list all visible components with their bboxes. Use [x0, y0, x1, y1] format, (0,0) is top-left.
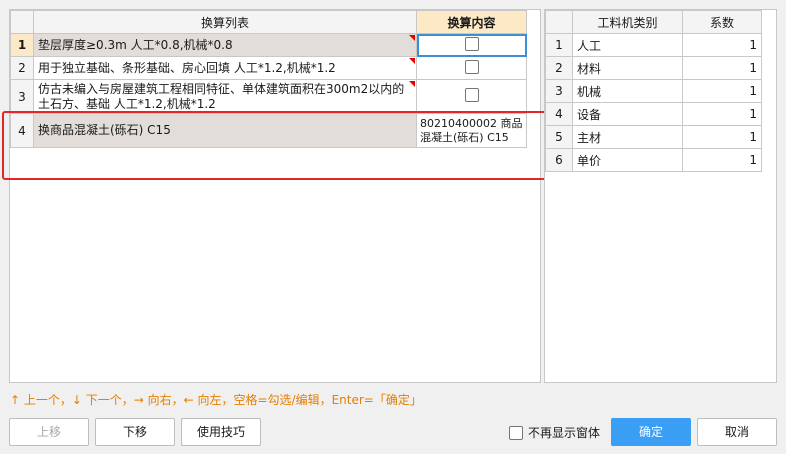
row-number: 3 — [10, 79, 34, 114]
header-coefficient: 系数 — [682, 10, 762, 34]
coefficient-value[interactable]: 1 — [682, 79, 762, 103]
coefficient-value[interactable]: 1 — [682, 102, 762, 126]
category-name: 材料 — [572, 56, 683, 80]
category-name: 单价 — [572, 148, 683, 172]
category-name: 人工 — [572, 33, 683, 57]
move-up-button[interactable]: 上移 — [9, 418, 89, 446]
row-checkbox-cell[interactable] — [416, 33, 527, 57]
note-marker-icon — [409, 81, 415, 87]
row-description[interactable]: 垫层厚度≥0.3m 人工*0.8,机械*0.8 — [33, 33, 417, 57]
corner-cell — [10, 10, 34, 34]
cancel-button[interactable]: 取消 — [697, 418, 777, 446]
table-row[interactable]: 3 仿古未编入与房屋建筑工程相同特征、单体建筑面积在300m2以内的土石方、基础… — [10, 79, 527, 114]
coefficient-value[interactable]: 1 — [682, 56, 762, 80]
coefficient-value[interactable]: 1 — [682, 33, 762, 57]
table-row[interactable]: 3 机械 1 — [545, 79, 762, 103]
row-number: 2 — [545, 56, 573, 80]
move-down-button[interactable]: 下移 — [95, 418, 175, 446]
corner-cell — [545, 10, 573, 34]
row-number: 1 — [10, 33, 34, 57]
coefficient-value[interactable]: 1 — [682, 148, 762, 172]
checkbox[interactable] — [464, 36, 479, 51]
category-name: 主材 — [572, 125, 683, 149]
note-marker-icon — [409, 35, 415, 41]
row-number: 2 — [10, 56, 34, 80]
table-row[interactable]: 6 单价 1 — [545, 148, 762, 172]
header-category: 工料机类别 — [572, 10, 683, 34]
table-row[interactable]: 1 垫层厚度≥0.3m 人工*0.8,机械*0.8 — [10, 33, 527, 57]
checkbox[interactable] — [464, 59, 479, 74]
ok-button[interactable]: 确定 — [611, 418, 691, 446]
table-row[interactable]: 4 设备 1 — [545, 102, 762, 126]
no-show-option[interactable]: 不再显示窗体 — [509, 424, 600, 441]
labor-material-panel: 工料机类别 系数 1 人工 1 2 材料 1 3 机械 1 4 设备 1 5 主… — [544, 9, 777, 383]
table-row[interactable]: 5 主材 1 — [545, 125, 762, 149]
table-row[interactable]: 2 材料 1 — [545, 56, 762, 80]
row-number: 5 — [545, 125, 573, 149]
category-name: 机械 — [572, 79, 683, 103]
row-checkbox-cell[interactable] — [416, 56, 527, 80]
row-number: 3 — [545, 79, 573, 103]
highlight-annotation — [2, 111, 551, 180]
category-name: 设备 — [572, 102, 683, 126]
tips-button[interactable]: 使用技巧 — [181, 418, 261, 446]
row-number: 6 — [545, 148, 573, 172]
checkbox[interactable] — [464, 88, 479, 102]
conversion-list-panel: 换算列表 换算内容 1 垫层厚度≥0.3m 人工*0.8,机械*0.8 2 用于… — [9, 9, 541, 383]
note-marker-icon — [409, 58, 415, 64]
row-description[interactable]: 用于独立基础、条形基础、房心回填 人工*1.2,机械*1.2 — [33, 56, 417, 80]
row-number: 1 — [545, 33, 573, 57]
category-table: 工料机类别 系数 1 人工 1 2 材料 1 3 机械 1 4 设备 1 5 主… — [545, 10, 762, 172]
keyboard-hint: ↑ 上一个，↓ 下一个，→ 向右，← 向左，空格=勾选/编辑，Enter=「确定… — [10, 393, 422, 407]
no-show-checkbox[interactable] — [509, 425, 523, 440]
no-show-label: 不再显示窗体 — [528, 426, 601, 440]
table-row[interactable]: 1 人工 1 — [545, 33, 762, 57]
row-description[interactable]: 仿古未编入与房屋建筑工程相同特征、单体建筑面积在300m2以内的土石方、基础 人… — [33, 79, 417, 114]
row-checkbox-cell[interactable] — [416, 79, 527, 114]
header-conversion-list: 换算列表 — [33, 10, 417, 34]
table-row[interactable]: 2 用于独立基础、条形基础、房心回填 人工*1.2,机械*1.2 — [10, 56, 527, 80]
coefficient-value[interactable]: 1 — [682, 125, 762, 149]
row-number: 4 — [545, 102, 573, 126]
header-conversion-content: 换算内容 — [416, 10, 527, 34]
